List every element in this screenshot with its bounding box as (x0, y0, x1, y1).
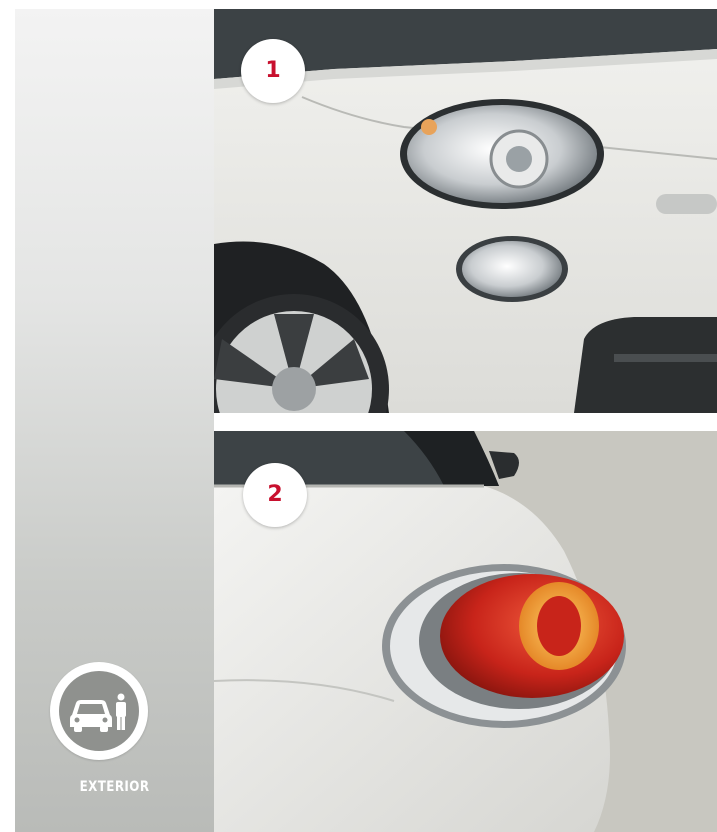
callout-number-1-label: 1 (265, 58, 281, 83)
callout-number-1: 1 (241, 39, 305, 103)
callout-number-2: 2 (243, 463, 307, 527)
badge-label: EXTERIOR (79, 779, 150, 795)
car-and-person-icon (59, 671, 139, 751)
exterior-badge (50, 662, 148, 760)
callout-number-2-label: 2 (267, 482, 283, 507)
